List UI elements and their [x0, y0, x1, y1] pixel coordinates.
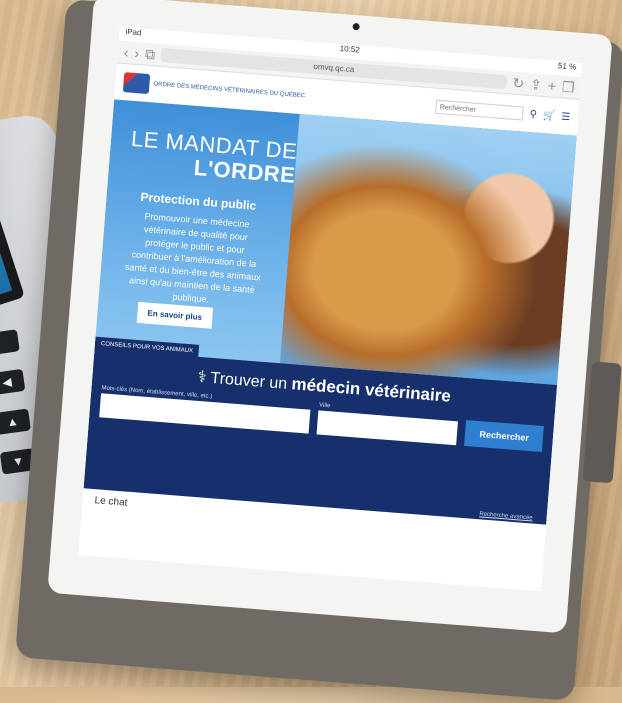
logo-mark [122, 72, 151, 95]
logo[interactable]: ORDRE DES MÉDECINS VÉTÉRINAIRES DU QUÉBE… [122, 72, 306, 106]
dog-and-woman-photo [279, 113, 577, 386]
new-tab-icon[interactable]: + [547, 77, 556, 94]
tablet-screen: iPad 10:52 51 % ‹ › ⧉ omvq.qc.ca ↻ ⇪ + ❐… [78, 26, 583, 592]
tabs-icon[interactable]: ❐ [561, 78, 575, 96]
hero-title: LE MANDAT DE L'ORDRE [128, 126, 298, 188]
laptop-key: ◀ [0, 368, 26, 396]
city-field-group: Ville [316, 402, 459, 446]
laptop-screen [0, 106, 25, 331]
reload-icon[interactable]: ↻ [512, 74, 525, 92]
bookmarks-icon[interactable]: ⧉ [145, 45, 156, 63]
header-tools: ⚲ 🛒 ☰ [435, 99, 571, 125]
cart-icon[interactable]: 🛒 [542, 110, 555, 122]
laptop-key [0, 329, 20, 356]
hero-body: Promouvoir une médecine vétérinaire de q… [124, 211, 262, 305]
tablet: iPad 10:52 51 % ‹ › ⧉ omvq.qc.ca ↻ ⇪ + ❐… [47, 0, 613, 634]
share-icon[interactable]: ⇪ [530, 76, 543, 94]
laptop-key: ▲ [0, 408, 31, 435]
logo-text: ORDRE DES MÉDECINS VÉTÉRINAIRES DU QUÉBE… [153, 81, 306, 100]
finder-title-b: médecin vétérinaire [290, 374, 452, 406]
forward-icon[interactable]: › [134, 45, 140, 61]
clock: 10:52 [339, 43, 361, 55]
back-icon[interactable]: ‹ [123, 44, 129, 60]
learn-more-button[interactable]: En savoir plus [136, 301, 213, 329]
search-icon[interactable]: ⚲ [529, 109, 537, 121]
advanced-search-link[interactable]: Recherche avancée [479, 511, 533, 521]
finder-title-a: Trouver un [209, 369, 293, 394]
hero-subtitle: Protection du public [140, 189, 257, 213]
carrier: iPad [125, 27, 142, 38]
battery: 51 % [557, 61, 577, 72]
camera [352, 22, 360, 31]
menu-icon[interactable]: ☰ [561, 111, 571, 123]
search-button[interactable]: Rechercher [464, 420, 544, 453]
stethoscope-icon: ⚕ [197, 368, 208, 387]
search-input[interactable] [435, 99, 525, 121]
